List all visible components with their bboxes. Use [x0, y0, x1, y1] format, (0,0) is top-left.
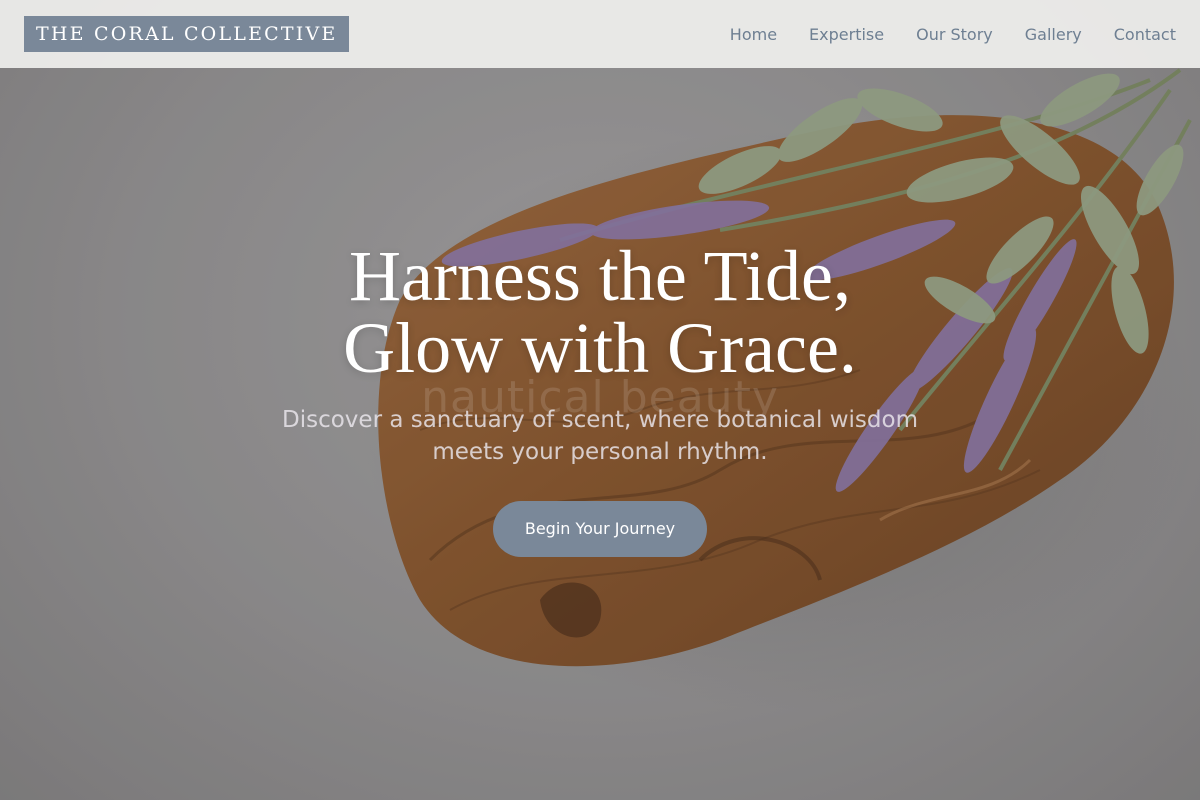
site-header: THE CORAL COLLECTIVE Home Expertise Our …: [0, 0, 1200, 68]
hero-subtitle: Discover a sanctuary of scent, where bot…: [282, 407, 918, 465]
brand-logo[interactable]: THE CORAL COLLECTIVE: [24, 16, 350, 52]
hero-title: Harness the Tide, Glow with Grace.: [0, 240, 1200, 384]
nav-link-our-story[interactable]: Our Story: [916, 25, 993, 44]
nav-link-contact[interactable]: Contact: [1114, 25, 1176, 44]
nav-link-gallery[interactable]: Gallery: [1025, 25, 1082, 44]
nav-link-expertise[interactable]: Expertise: [809, 25, 884, 44]
hero-title-line2: Glow with Grace.: [343, 308, 857, 388]
hero-content: nautical beauty Harness the Tide, Glow w…: [0, 240, 1200, 557]
hero-title-line1: Harness the Tide,: [349, 236, 851, 316]
main-nav: Home Expertise Our Story Gallery Contact: [698, 25, 1176, 44]
nav-link-home[interactable]: Home: [730, 25, 777, 44]
begin-journey-button[interactable]: Begin Your Journey: [493, 501, 707, 557]
